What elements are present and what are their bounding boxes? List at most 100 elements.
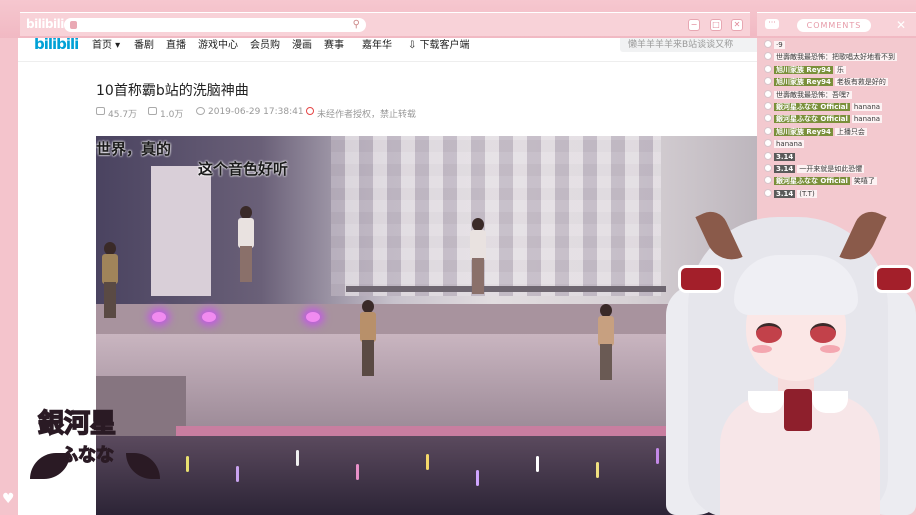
site-navbar: bilibili 首页 ▾ 番剧 直播 游戏中心 会员购 漫画 赛事 嘉年华 ⇩… <box>18 38 757 60</box>
close-icon[interactable]: ✕ <box>731 19 743 31</box>
nav-item-home[interactable]: 首页 ▾ <box>92 38 120 51</box>
chat-text: hanana <box>774 140 805 149</box>
more-dots-icon[interactable]: ··· <box>765 19 779 29</box>
nav-item-live[interactable]: 直播 <box>166 38 186 51</box>
chat-message: 銀河星ふなな Official hanana <box>764 101 914 113</box>
publish-date-text: 2019-06-29 17:38:41 <box>208 107 304 117</box>
chat-text: 乐 <box>834 65 846 74</box>
download-icon: ⇩ <box>408 40 420 51</box>
site-search-input[interactable]: 懒羊羊羊羊来B站谈谈又称 <box>620 38 757 52</box>
chat-message: 旭川家族 Rey94 老板有救是好的 <box>764 76 914 88</box>
chat-username: 3.14 <box>774 152 796 161</box>
maximize-icon[interactable]: □ <box>710 19 722 31</box>
video-player[interactable]: 世界，真的 这个音色好听 <box>96 136 757 515</box>
chat-message: 旭川家族 Rey94 上播只会 <box>764 126 914 138</box>
stage-screen-left <box>151 166 211 296</box>
download-label: 下载客户端 <box>419 40 470 51</box>
chat-username: 銀河星ふなな Official <box>774 177 850 186</box>
chat-message: 世壽敵我最恐怖：把歌唱太好地看不到 <box>764 51 914 63</box>
nav-item-anime[interactable]: 番剧 <box>134 38 154 51</box>
chat-text: hanana <box>851 115 883 124</box>
chat-text: 笑嘻了 <box>851 177 877 186</box>
channel-logo-subtext: ふなな <box>59 444 114 466</box>
chat-avatar-icon <box>764 77 772 86</box>
chat-text: 上播只会 <box>834 127 867 136</box>
danmaku-stat: 1.0万 <box>148 107 183 120</box>
close-icon[interactable]: ✕ <box>896 18 906 32</box>
avatar-ribbon <box>678 265 724 293</box>
chat-avatar-icon <box>764 52 772 61</box>
chat-avatar-icon <box>764 102 772 110</box>
copyright-notice: 未经作者授权，禁止转载 <box>306 107 416 120</box>
window-frame-left: ♥ <box>0 38 18 515</box>
lock-icon <box>70 21 77 29</box>
nav-item-esports[interactable]: 赛事 <box>324 38 344 51</box>
chat-text: 世壽敵我最恐怖：把歌唱太好地看不到 <box>774 53 897 62</box>
stage-screen-center <box>331 136 661 296</box>
avatar-blush <box>752 345 772 353</box>
chat-message: 世壽敵我最恐怖：吾嘿? <box>764 89 914 101</box>
views-stat: 45.7万 <box>96 107 137 120</box>
chat-username: 銀河星ふなな Official <box>774 103 850 111</box>
forbidden-icon <box>306 107 314 115</box>
browser-toolbar: bilibili ⚲ − □ ✕ <box>20 12 750 36</box>
chat-username: 旭川家族 Rey94 <box>774 127 833 136</box>
chat-message: 旭川家族 Rey94 乐 <box>764 64 914 76</box>
performer <box>358 300 378 390</box>
nav-item-download[interactable]: ⇩ 下载客户端 <box>408 38 470 51</box>
video-subtitle: 世界，真的 <box>96 140 172 158</box>
nav-item-game-center[interactable]: 游戏中心 <box>198 38 238 51</box>
chat-avatar-icon <box>764 151 772 160</box>
avatar-collar <box>812 391 848 413</box>
avatar-bangs <box>734 255 858 315</box>
address-bar[interactable]: ⚲ <box>64 18 366 32</box>
chat-avatar-icon <box>764 164 772 172</box>
chat-header: ··· COMMENTS ✕ <box>757 12 916 36</box>
minimize-icon[interactable]: − <box>688 19 700 31</box>
chat-panel: ·9 世壽敵我最恐怖：把歌唱太好地看不到 旭川家族 Rey94 乐旭川家族 Rey94… <box>757 38 916 202</box>
chat-avatar-icon <box>764 89 772 98</box>
stage-rail <box>346 286 666 292</box>
chat-username: 旭川家族 Rey94 <box>774 65 833 74</box>
chat-avatar-icon <box>764 64 772 73</box>
search-icon[interactable]: ⚲ <box>353 19 360 30</box>
avatar-ribbon <box>874 265 914 293</box>
navbar-divider <box>18 61 757 62</box>
vtuber-avatar <box>660 195 916 515</box>
chat-text: hanana <box>851 103 883 111</box>
performer <box>236 206 256 286</box>
chat-message: 銀河星ふなな Official hanana <box>764 113 914 125</box>
audience <box>96 436 757 515</box>
chat-message: 3.14 一开来就是如此恐懼 <box>764 163 914 175</box>
chat-message: hanana <box>764 138 914 150</box>
chat-text: 世壽敵我最恐怖：吾嘿? <box>774 90 852 99</box>
chat-avatar-icon <box>764 139 772 148</box>
chat-username: 銀河星ふなな Official <box>774 115 850 124</box>
chat-text: ·9 <box>774 41 785 49</box>
nav-item-carnival[interactable]: 嘉年华 <box>362 38 392 51</box>
play-icon <box>96 107 105 115</box>
chat-avatar-icon <box>764 176 772 185</box>
copyright-text: 未经作者授权，禁止转载 <box>317 110 417 120</box>
nav-item-manga[interactable]: 漫画 <box>292 38 312 51</box>
chat-message: 銀河星ふなな Official 笑嘻了 <box>764 175 914 187</box>
clock-icon <box>196 107 205 115</box>
bilibili-logo[interactable]: bilibili <box>34 38 79 53</box>
avatar-blush <box>820 345 840 353</box>
chat-message: 3.14 <box>764 151 914 163</box>
chat-text: 一开来就是如此恐懼 <box>797 165 865 173</box>
chat-avatar-icon <box>764 40 772 48</box>
avatar-collar <box>748 391 784 413</box>
avatar-tie <box>784 389 812 431</box>
chat-username: 旭川家族 Rey94 <box>774 78 833 87</box>
chat-username: 3.14 <box>774 165 796 173</box>
nav-item-vip-shop[interactable]: 会员购 <box>250 38 280 51</box>
views-count: 45.7万 <box>108 110 138 120</box>
performer <box>100 242 120 332</box>
performer <box>596 304 616 394</box>
video-subtitle: 这个音色好听 <box>198 160 289 178</box>
channel-logo-text: 銀河星 <box>37 408 117 440</box>
chat-message: ·9 <box>764 39 914 51</box>
danmaku-count: 1.0万 <box>160 110 184 120</box>
danmaku-icon <box>148 107 157 115</box>
